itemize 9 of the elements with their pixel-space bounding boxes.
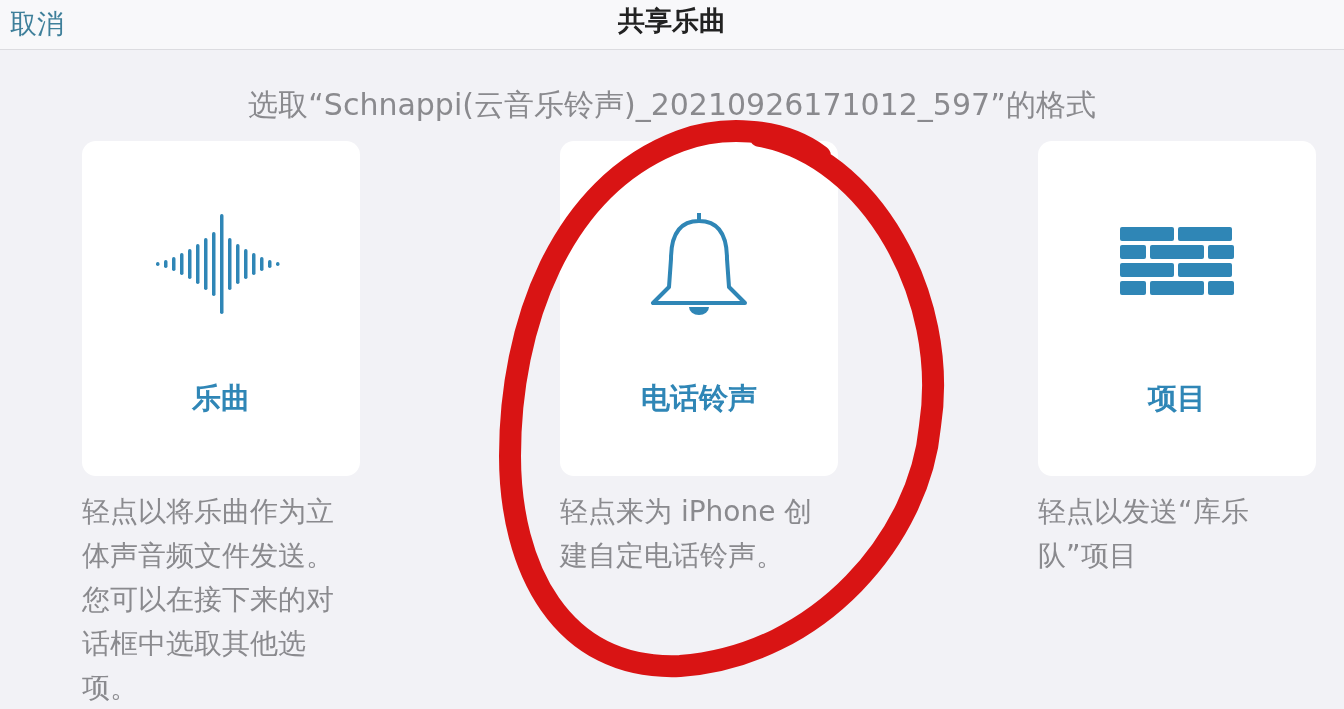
option-description: 轻点以发送“库乐队”项目: [1038, 494, 1250, 574]
option-description: 轻点来为 iPhone 创建自定电话铃声。: [560, 494, 814, 574]
option-description: 轻点以将乐曲作为立体声音频文件发送。您可以在接下来的对话框中选取其他选项。: [82, 494, 335, 706]
format-option[interactable]: 电话铃声: [560, 141, 838, 476]
format-prompt: 选取“Schnappi(云音乐铃声)_20210926171012_597”的格式: [248, 87, 1096, 122]
format-option[interactable]: 乐曲: [82, 141, 360, 476]
format-option[interactable]: 项目: [1038, 141, 1316, 476]
cancel-button[interactable]: 取消: [10, 4, 64, 45]
sheet-title: 共享乐曲: [618, 5, 726, 36]
